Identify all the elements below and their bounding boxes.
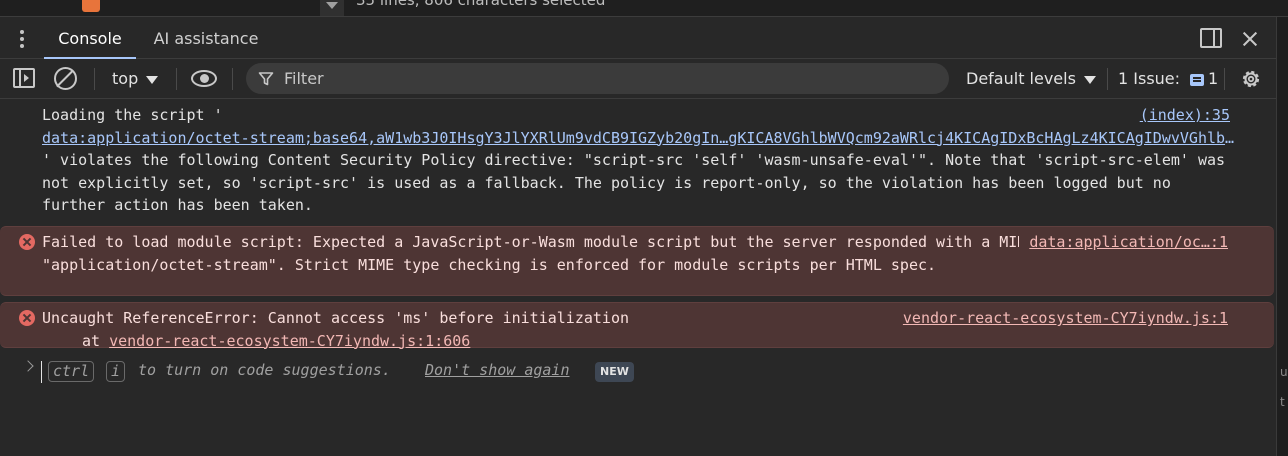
scroll-down-arrow-icon[interactable] <box>320 0 344 16</box>
dock-side-icon[interactable] <box>1200 28 1222 48</box>
console-message-info: (index):35 Loading the script ' data:app… <box>0 100 1276 222</box>
script-data-url-link[interactable]: data:application/octet-stream;base64,aW1… <box>42 127 1242 150</box>
console-messages: (index):35 Loading the script ' data:app… <box>0 100 1276 350</box>
live-expression-eye-icon[interactable] <box>191 70 217 87</box>
toolbar-divider <box>176 68 177 90</box>
close-icon[interactable] <box>1238 27 1262 51</box>
kbd-ctrl: ctrl <box>48 361 95 382</box>
chevron-down-icon <box>1083 75 1096 84</box>
toolbar-divider <box>1107 68 1108 90</box>
message-source-link[interactable]: (index):35 <box>1130 104 1230 127</box>
context-label: top <box>112 69 139 88</box>
filter-box[interactable] <box>246 63 949 94</box>
gutter-char: u <box>1280 365 1288 379</box>
stack-trace-link[interactable]: vendor-react-ecosystem-CY7iyndw.js:1:606 <box>109 332 470 350</box>
stack-prefix: at <box>82 331 110 350</box>
message-text-after: ' violates the following Content Securit… <box>42 151 1226 214</box>
gear-icon[interactable] <box>1239 67 1263 91</box>
devtools-tabbar: Console AI assistance <box>0 18 1276 59</box>
prompt-chevron-icon <box>22 360 34 372</box>
error-icon <box>19 310 35 326</box>
log-levels-label: Default levels <box>966 69 1076 88</box>
more-tabs-icon[interactable] <box>18 30 26 48</box>
message-source-link[interactable]: vendor-react-ecosystem-CY7iyndw.js:1 <box>892 307 1228 330</box>
issues-button[interactable]: 1 Issue: 1 <box>1118 59 1218 99</box>
new-badge: NEW <box>595 362 634 382</box>
toolbar-divider <box>94 68 95 90</box>
page-edge: u t <box>1276 17 1288 456</box>
console-message-error: data:application/oc…:1 Failed to load mo… <box>0 226 1274 296</box>
tab-ai-assistance[interactable]: AI assistance <box>148 18 264 59</box>
console-toolbar: top Default levels 1 Issue: 1 <box>0 59 1276 99</box>
gutter-char: t <box>1280 395 1285 409</box>
log-levels-dropdown[interactable]: Default levels <box>966 59 1096 99</box>
toolbar-divider <box>1224 68 1225 90</box>
show-sidebar-icon[interactable] <box>13 68 35 88</box>
issues-count: 1 <box>1208 69 1219 88</box>
tab-console[interactable]: Console <box>44 18 136 59</box>
toolbar-divider <box>232 68 233 90</box>
file-icon <box>82 0 100 12</box>
context-selector[interactable]: top <box>112 59 159 99</box>
kbd-i: i <box>106 361 126 382</box>
message-source-link[interactable]: data:application/oc…:1 <box>1019 231 1228 254</box>
message-text-before: Loading the script ' <box>42 106 223 124</box>
filter-icon <box>258 72 274 86</box>
clear-console-icon[interactable] <box>54 67 77 90</box>
selection-status: 35 lines, 806 characters selected <box>356 0 606 9</box>
issues-label: 1 Issue: <box>1118 69 1181 88</box>
chevron-down-icon <box>146 75 159 84</box>
filter-input[interactable] <box>284 63 924 94</box>
error-icon <box>19 234 35 250</box>
editor-strip: 35 lines, 806 characters selected <box>0 0 1288 17</box>
text-cursor <box>41 361 42 383</box>
issue-message-icon <box>1190 73 1205 86</box>
dont-show-again-link[interactable]: Don't show again <box>425 361 570 379</box>
code-suggestions-hint: to turn on code suggestions. <box>138 361 391 379</box>
console-prompt[interactable]: ctrl i to turn on code suggestions. Don'… <box>0 358 1276 384</box>
stack-trace-line: at vendor-react-ecosystem-CY7iyndw.js:1:… <box>42 330 1228 353</box>
console-message-error: vendor-react-ecosystem-CY7iyndw.js:1 Unc… <box>0 302 1274 350</box>
